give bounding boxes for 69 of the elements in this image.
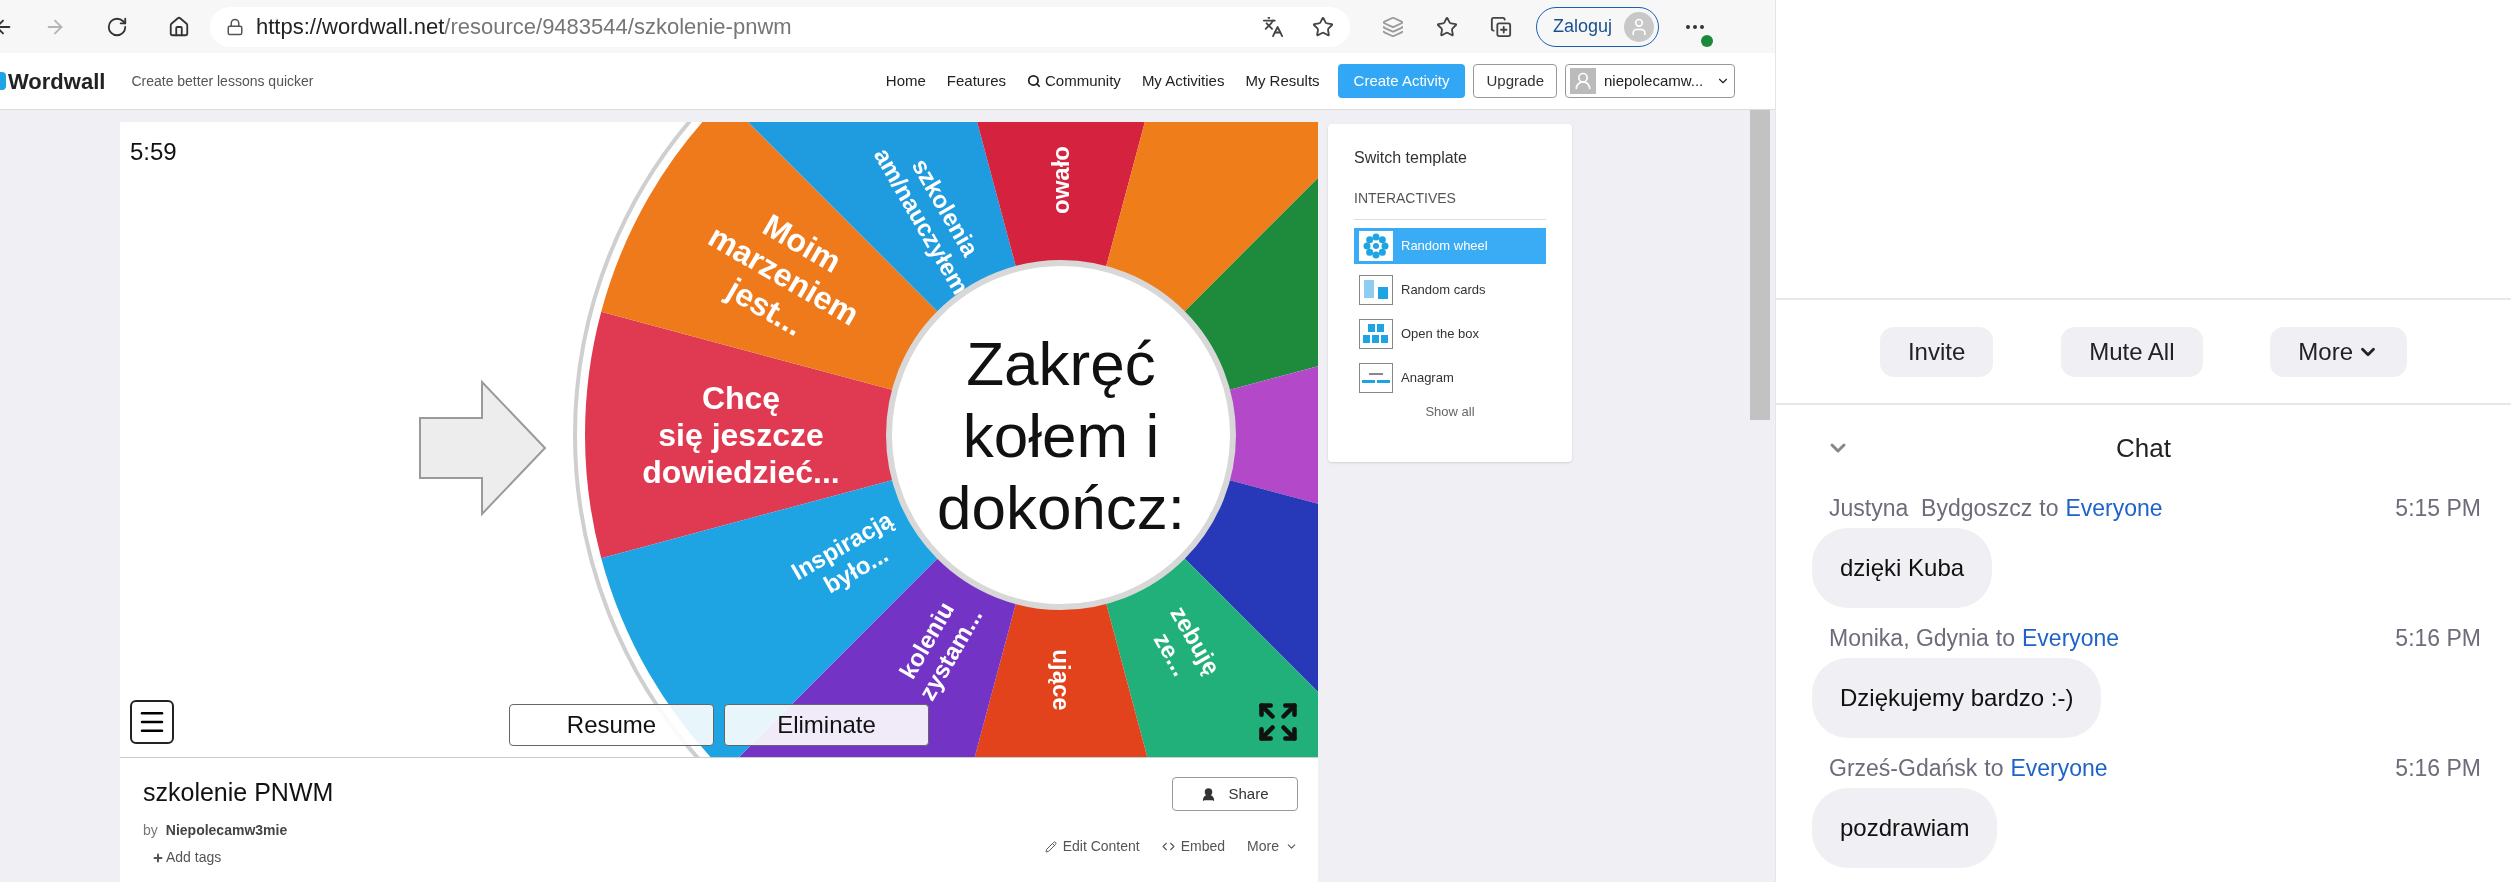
user-menu[interactable]: niepolecamw... [1565,64,1735,98]
fullscreen-icon[interactable] [1256,700,1300,744]
game-button[interactable]: Resume [509,704,714,746]
favorite-add-icon[interactable] [1312,15,1334,38]
message-sender: Monika, Gdynia [1829,623,1989,653]
update-badge [1701,34,1714,47]
recipient-link[interactable]: Everyone [2065,490,2163,526]
message-bubble: pozdrawiam [1812,788,1998,868]
segment-label: ujące [1047,649,1075,711]
action-link[interactable]: More [1247,836,1298,857]
message-time: 5:16 PM [2395,753,2481,783]
wheel-center-text: Zakręć kołem i dokończ: [936,329,1186,542]
add-tags-button[interactable]: Add tags [152,847,222,868]
scrollbar-thumb[interactable] [1750,110,1770,420]
lock-icon [226,17,244,36]
nav-link[interactable]: My Results [1245,69,1320,93]
card-title: Switch template [1354,148,1468,168]
home-icon[interactable] [168,15,190,38]
pencil-icon [1044,840,1057,853]
meeting-button[interactable]: More [2270,326,2408,377]
action-link[interactable]: Edit Content [1044,836,1140,857]
favorites-icon[interactable] [1436,15,1458,38]
wheel-icon [1359,231,1393,261]
section-heading: INTERACTIVES [1354,188,1546,220]
activity-title: szkolenie PNWM [143,777,334,808]
show-all-link[interactable]: Show all [1354,402,1546,422]
segment-label: owało [1047,146,1075,214]
action-link[interactable]: Embed [1161,836,1226,857]
message-to: to [1995,623,2015,653]
anagram-icon [1359,363,1393,393]
site-tagline: Create better lessons quicker [131,71,314,91]
share-button[interactable]: Share [1172,777,1298,811]
search-icon [1027,74,1041,88]
message-bubble: dzięki Kuba [1812,528,1993,608]
plus-icon [152,851,164,864]
nav-link[interactable]: Community [1045,69,1121,93]
recipient-link[interactable]: Everyone [2022,620,2120,656]
chat-title: Chat [2116,431,2171,465]
message-time: 5:15 PM [2395,493,2481,523]
user-avatar [1570,68,1596,94]
message-sender: Justyna Bydgoszcz [1829,493,2033,523]
cards-icon [1359,275,1393,305]
author-link[interactable]: Niepolecamw3mie [165,820,288,841]
nav-link[interactable]: Home [885,69,926,93]
message-to: to [1984,753,2004,783]
site-logo[interactable]: Wordwall [8,64,106,98]
by-label: by [143,821,158,840]
meeting-button[interactable]: Mute All [2061,326,2203,377]
collections-icon[interactable] [1490,15,1512,38]
timer: 5:59 [130,137,177,167]
message-time: 5:16 PM [2395,623,2481,653]
nav-link[interactable]: Features [946,69,1006,93]
reload-icon[interactable] [106,15,128,38]
boxes-icon [1359,319,1393,349]
segment-label: Chcę się jeszcze dowiedzieć... [642,380,840,490]
url-text: https://wordwall.net/resource/9483544/szkolenie-pnwm [256,13,792,41]
nav-link[interactable]: My Activities [1141,69,1225,93]
address-bar[interactable]: https://wordwall.net/resource/9483544/szkolenie-pnwm [210,6,1350,47]
upgrade-button[interactable]: Upgrade [1473,64,1557,98]
game-button[interactable]: Eliminate [724,704,929,746]
recipient-link[interactable]: Everyone [2010,750,2108,786]
menu-button[interactable] [130,700,174,744]
person-icon [1201,786,1217,802]
avatar-icon [1624,11,1655,42]
message-to: to [2039,493,2059,523]
message-sender: Grześ-Gdańsk [1829,753,1978,783]
meeting-button[interactable]: Invite [1879,326,1994,377]
code-icon [1161,840,1175,853]
message-bubble: Dziękujemy bardzo :-) [1812,658,2102,738]
